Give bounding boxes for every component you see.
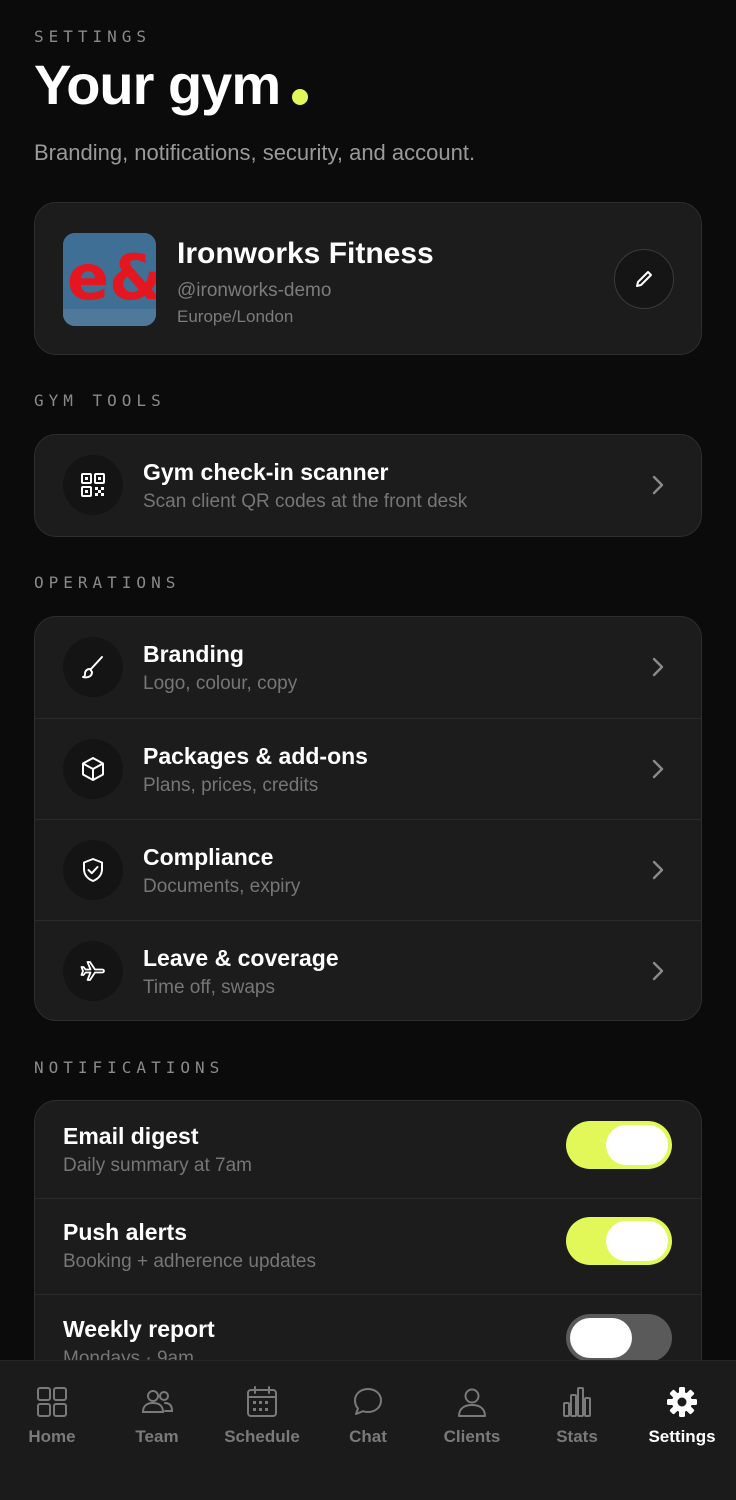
- bar-chart-icon: [563, 1387, 591, 1417]
- gym-logo-image: e&: [63, 233, 156, 326]
- toggle-subtitle: Daily summary at 7am: [63, 1155, 252, 1176]
- row-title: Gym check-in scanner: [143, 459, 389, 485]
- tab-settings[interactable]: Settings: [632, 1385, 732, 1447]
- row-icon-wrap: [63, 941, 123, 1001]
- toggle-knob: [570, 1318, 632, 1358]
- grid-icon: [37, 1387, 67, 1417]
- toggle-knob: [606, 1221, 668, 1261]
- gym-logo: e&: [63, 233, 156, 326]
- tab-clients[interactable]: Clients: [422, 1385, 522, 1447]
- chevron-right-icon: [652, 961, 664, 981]
- row-subtitle: Time off, swaps: [143, 977, 275, 998]
- email-digest-toggle[interactable]: [566, 1121, 672, 1169]
- tab-chat[interactable]: Chat: [318, 1385, 418, 1447]
- gym-timezone: Europe/London: [177, 307, 294, 326]
- tab-schedule[interactable]: Schedule: [212, 1385, 312, 1447]
- gym-tools-card: Gym check-in scanner Scan client QR code…: [34, 434, 702, 537]
- weekly-report-toggle[interactable]: [566, 1314, 672, 1362]
- calendar-icon: [247, 1386, 277, 1417]
- row-title: Leave & coverage: [143, 945, 339, 971]
- row-icon-wrap: [63, 840, 123, 900]
- settings-row-packages[interactable]: Packages & add-ons Plans, prices, credit…: [35, 719, 701, 820]
- gear-icon: [667, 1387, 697, 1417]
- row-icon-wrap: [63, 637, 123, 697]
- push-alerts-toggle[interactable]: [566, 1217, 672, 1265]
- section-heading-notifications: NOTIFICATIONS: [34, 1058, 225, 1077]
- section-heading-gym-tools: GYM TOOLS: [34, 391, 166, 410]
- box-icon: [82, 757, 104, 781]
- page-title: Your gym: [34, 52, 309, 117]
- tab-label: Team: [135, 1427, 179, 1446]
- toggle-title: Email digest: [63, 1123, 199, 1149]
- row-title: Compliance: [143, 844, 274, 870]
- gym-handle: @ironworks-demo: [177, 280, 332, 301]
- row-subtitle: Documents, expiry: [143, 876, 301, 897]
- tab-label: Clients: [443, 1427, 501, 1446]
- toggle-title: Push alerts: [63, 1219, 187, 1245]
- chevron-right-icon: [652, 657, 664, 677]
- toggle-subtitle: Booking + adherence updates: [63, 1251, 317, 1272]
- svg-text:e&: e&: [67, 241, 156, 314]
- notification-row-push-alerts: Push alerts Booking + adherence updates: [35, 1197, 701, 1294]
- operations-card: Branding Logo, colour, copy Packages & a…: [34, 616, 702, 1021]
- section-heading-operations: OPERATIONS: [34, 573, 181, 592]
- chevron-right-icon: [652, 860, 664, 880]
- pencil-icon: [636, 271, 652, 287]
- settings-row-check-in-scanner[interactable]: Gym check-in scanner Scan client QR code…: [35, 435, 701, 536]
- tab-stats[interactable]: Stats: [527, 1385, 627, 1447]
- row-icon-wrap: [63, 455, 123, 515]
- page-title-text: Your gym: [34, 53, 281, 116]
- people-icon: [141, 1390, 174, 1413]
- toggle-title: Weekly report: [63, 1316, 215, 1342]
- gym-profile-card: e& Ironworks Fitness @ironworks-demo Eur…: [34, 202, 702, 355]
- brush-icon: [82, 656, 103, 679]
- plane-icon: [80, 961, 105, 981]
- toggle-knob: [606, 1125, 668, 1165]
- row-subtitle: Scan client QR codes at the front desk: [143, 491, 468, 512]
- tab-label: Schedule: [224, 1427, 300, 1446]
- page-subtitle: Branding, notifications, security, and a…: [34, 140, 476, 165]
- row-icon-wrap: [63, 739, 123, 799]
- notification-row-email-digest: Email digest Daily summary at 7am: [35, 1101, 701, 1198]
- chevron-right-icon: [652, 475, 664, 495]
- settings-row-leave-coverage[interactable]: Leave & coverage Time off, swaps: [35, 921, 701, 1020]
- tab-label: Stats: [556, 1427, 598, 1446]
- gym-name: Ironworks Fitness: [177, 237, 434, 270]
- tab-label: Settings: [648, 1427, 716, 1446]
- chevron-right-icon: [652, 759, 664, 779]
- tab-home[interactable]: Home: [2, 1385, 102, 1447]
- shield-check-icon: [83, 858, 103, 882]
- row-title: Branding: [143, 641, 244, 667]
- tab-label: Chat: [349, 1427, 387, 1446]
- chat-bubble-icon: [354, 1388, 382, 1415]
- person-icon: [458, 1388, 486, 1417]
- qr-code-icon: [81, 473, 105, 497]
- row-subtitle: Plans, prices, credits: [143, 775, 319, 796]
- tab-label: Home: [28, 1427, 76, 1446]
- page-eyebrow: SETTINGS: [34, 27, 152, 46]
- settings-row-compliance[interactable]: Compliance Documents, expiry: [35, 820, 701, 921]
- settings-screen: SETTINGS Your gym Branding, notification…: [0, 0, 736, 1500]
- tab-team[interactable]: Team: [107, 1385, 207, 1447]
- bottom-tab-bar: Home Team Schedule Chat Clients Stats Se…: [0, 1360, 736, 1500]
- row-subtitle: Logo, colour, copy: [143, 673, 298, 694]
- settings-row-branding[interactable]: Branding Logo, colour, copy: [35, 617, 701, 718]
- edit-profile-button[interactable]: [614, 249, 674, 309]
- accent-dot: [292, 89, 309, 105]
- row-title: Packages & add-ons: [143, 743, 368, 769]
